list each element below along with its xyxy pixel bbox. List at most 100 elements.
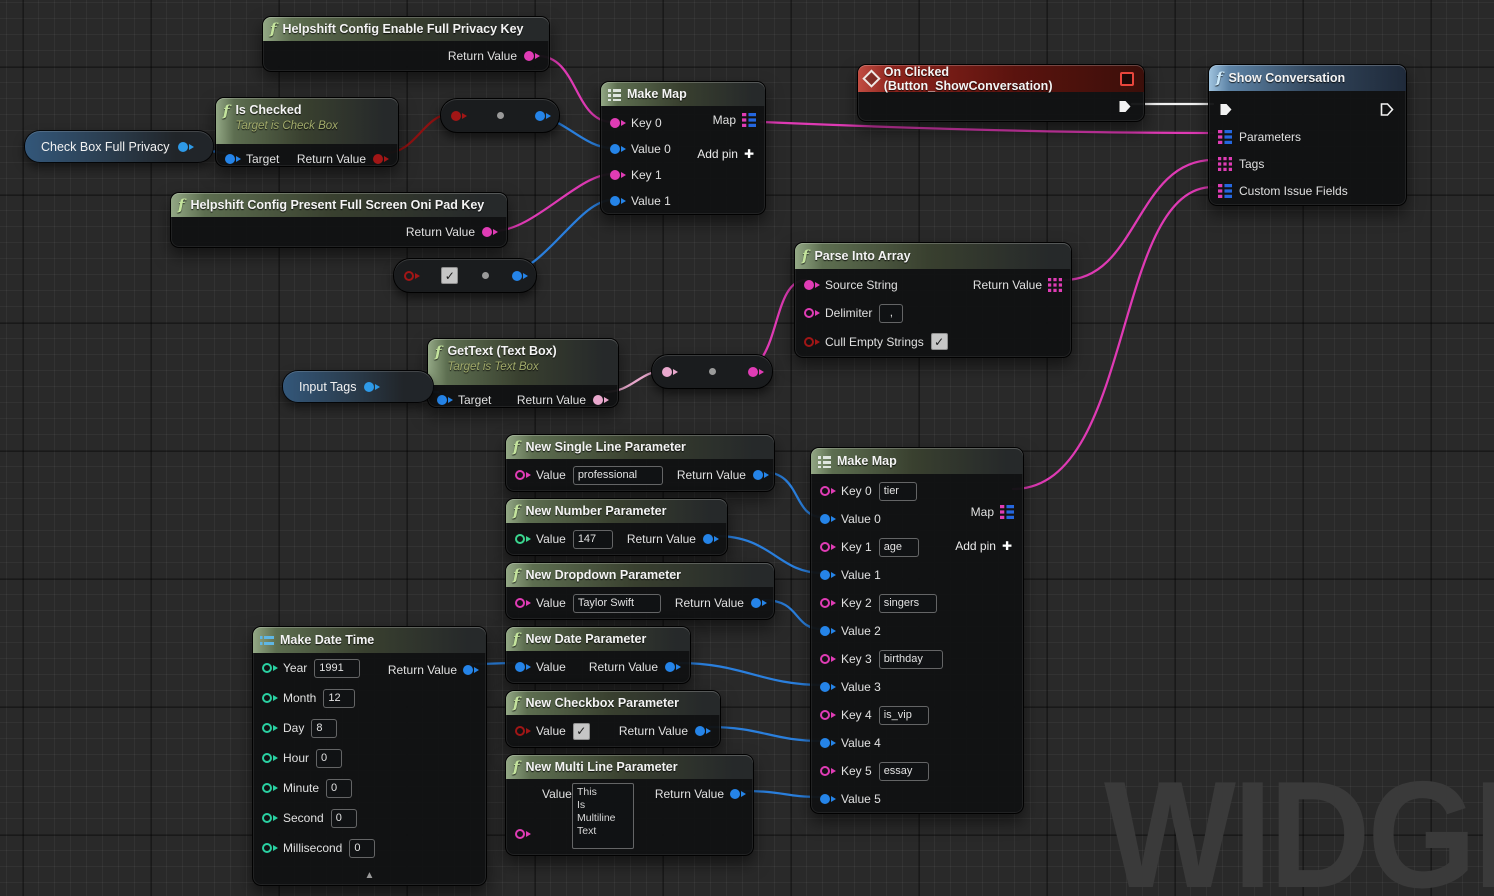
key0-input[interactable] — [879, 482, 917, 501]
conversion-node-text-to-string[interactable] — [651, 354, 773, 389]
wire-parsearray-to-tags[interactable] — [1064, 160, 1213, 280]
value-pin[interactable] — [515, 662, 525, 672]
map-pin-icon[interactable] — [1218, 184, 1232, 198]
value-pin[interactable] — [515, 598, 525, 608]
key2-input[interactable] — [879, 594, 937, 613]
return-value-pin[interactable] — [482, 227, 492, 237]
millisecond-input[interactable] — [349, 839, 375, 858]
node-new-multi-line-parameter[interactable]: f New Multi Line Parameter Value This Is… — [505, 754, 754, 856]
node-new-number-parameter[interactable]: f New Number Parameter Value Return Valu… — [505, 498, 728, 556]
hour-input[interactable] — [316, 749, 342, 768]
return-value-pin[interactable] — [753, 470, 763, 480]
key0-pin[interactable] — [820, 486, 830, 496]
source-string-pin[interactable] — [804, 280, 814, 290]
value-pin[interactable] — [515, 470, 525, 480]
node-header[interactable]: f New Checkbox Parameter — [506, 691, 720, 715]
target-pin[interactable] — [437, 395, 447, 405]
node-header[interactable]: f Is Checked Target is Check Box — [216, 98, 398, 144]
node-header[interactable]: f New Dropdown Parameter — [506, 563, 774, 587]
day-pin[interactable] — [262, 723, 272, 733]
map-output[interactable]: Map — [971, 505, 1014, 519]
return-value-pin[interactable] — [463, 665, 473, 675]
value2-pin[interactable] — [820, 626, 830, 636]
second-pin[interactable] — [262, 813, 272, 823]
output-pin[interactable] — [512, 271, 522, 281]
conversion-node-bool-default[interactable]: ✓ — [393, 258, 537, 293]
node-header[interactable]: f Show Conversation — [1209, 65, 1406, 91]
exec-output-pin[interactable] — [1117, 99, 1133, 114]
node-new-checkbox-parameter[interactable]: f New Checkbox Parameter Value ✓ Return … — [505, 690, 721, 748]
key5-pin[interactable] — [820, 766, 830, 776]
wire-presentkey-to-makemap1-key1[interactable] — [494, 174, 612, 231]
node-gettext-text-box[interactable]: f GetText (Text Box) Target is Text Box … — [427, 338, 619, 408]
node-is-checked[interactable]: f Is Checked Target is Check Box Target … — [215, 97, 399, 167]
hour-pin[interactable] — [262, 753, 272, 763]
return-value-pin[interactable] — [730, 789, 740, 799]
array-pin-icon[interactable] — [1218, 157, 1232, 171]
map-output[interactable]: Map — [713, 113, 756, 127]
delimiter-input[interactable] — [879, 304, 903, 323]
array-pin-icon[interactable] — [1048, 278, 1062, 292]
node-header[interactable]: f GetText (Text Box) Target is Text Box — [428, 339, 618, 385]
month-pin[interactable] — [262, 693, 272, 703]
cull-empty-strings-pin[interactable] — [804, 337, 814, 347]
string-output-pin[interactable] — [748, 367, 758, 377]
day-input[interactable] — [311, 719, 337, 738]
variable-check-box-full-privacy[interactable]: Check Box Full Privacy — [24, 130, 214, 163]
node-make-map-1[interactable]: Make Map Key 0 Value 0 Key 1 Value 1 Map… — [600, 81, 766, 215]
target-pin[interactable] — [225, 154, 235, 164]
node-header[interactable]: f New Number Parameter — [506, 499, 727, 523]
key2-pin[interactable] — [820, 598, 830, 608]
value-pin[interactable] — [515, 829, 525, 839]
node-header[interactable]: f Helpshift Config Enable Full Privacy K… — [263, 17, 549, 41]
key1-pin[interactable] — [820, 542, 830, 552]
wire-makemap1-to-parameters[interactable] — [761, 122, 1213, 133]
node-new-date-parameter[interactable]: f New Date Parameter Value Return Value — [505, 626, 691, 684]
variable-input-tags[interactable]: Input Tags — [282, 370, 434, 403]
node-header[interactable]: f Helpshift Config Present Full Screen O… — [171, 193, 507, 217]
text-input-pin[interactable] — [662, 367, 672, 377]
exec-input-pin[interactable] — [1218, 102, 1234, 117]
key3-pin[interactable] — [820, 654, 830, 664]
delegate-pin-icon[interactable] — [1120, 72, 1134, 86]
key0-pin[interactable] — [610, 118, 620, 128]
node-header[interactable]: On Clicked (Button_ShowConversation) — [858, 65, 1144, 92]
key4-pin[interactable] — [820, 710, 830, 720]
key4-input[interactable] — [879, 706, 929, 725]
value0-pin[interactable] — [610, 144, 620, 154]
key1-input[interactable] — [879, 538, 919, 557]
output-pin[interactable] — [535, 111, 545, 121]
minute-input[interactable] — [326, 779, 352, 798]
wire-checkbox-to-value4[interactable] — [709, 727, 822, 741]
node-make-date-time[interactable]: Make Date Time Year Month Day Hour — [252, 626, 487, 886]
return-value-pin[interactable] — [703, 534, 713, 544]
value-input[interactable] — [573, 466, 663, 485]
millisecond-pin[interactable] — [262, 843, 272, 853]
exec-output-pin[interactable] — [1379, 102, 1395, 117]
value-pin[interactable] — [515, 726, 525, 736]
value4-pin[interactable] — [820, 738, 830, 748]
bool-input-pin[interactable] — [451, 111, 461, 121]
return-value-output[interactable]: Return Value — [973, 278, 1062, 292]
variable-output-pin[interactable] — [364, 382, 374, 392]
conversion-node-bool[interactable] — [440, 98, 560, 133]
node-make-map-2[interactable]: Make Map Key 0 Value 0 Key 1 Value 1 — [810, 447, 1024, 814]
node-header[interactable]: f New Single Line Parameter — [506, 435, 774, 459]
wire-date-to-value3[interactable] — [679, 663, 822, 685]
second-input[interactable] — [331, 809, 357, 828]
return-value-pin[interactable] — [593, 395, 603, 405]
value-input[interactable] — [573, 530, 613, 549]
value1-pin[interactable] — [820, 570, 830, 580]
node-enable-full-privacy-key[interactable]: f Helpshift Config Enable Full Privacy K… — [262, 16, 550, 72]
return-value-pin[interactable] — [373, 154, 383, 164]
node-on-clicked-event[interactable]: On Clicked (Button_ShowConversation) — [857, 64, 1145, 122]
return-value-pin[interactable] — [665, 662, 675, 672]
checkbox-checked-icon[interactable]: ✓ — [931, 333, 948, 350]
map-pin-icon[interactable] — [742, 113, 756, 127]
delimiter-pin[interactable] — [804, 308, 814, 318]
variable-output-pin[interactable] — [178, 142, 188, 152]
value-pin[interactable] — [515, 534, 525, 544]
blueprint-graph-canvas[interactable]: WIDGET f Helpshift Config Enable Full Pr… — [0, 0, 1494, 896]
node-header[interactable]: Make Map — [601, 82, 765, 106]
return-value-pin[interactable] — [695, 726, 705, 736]
